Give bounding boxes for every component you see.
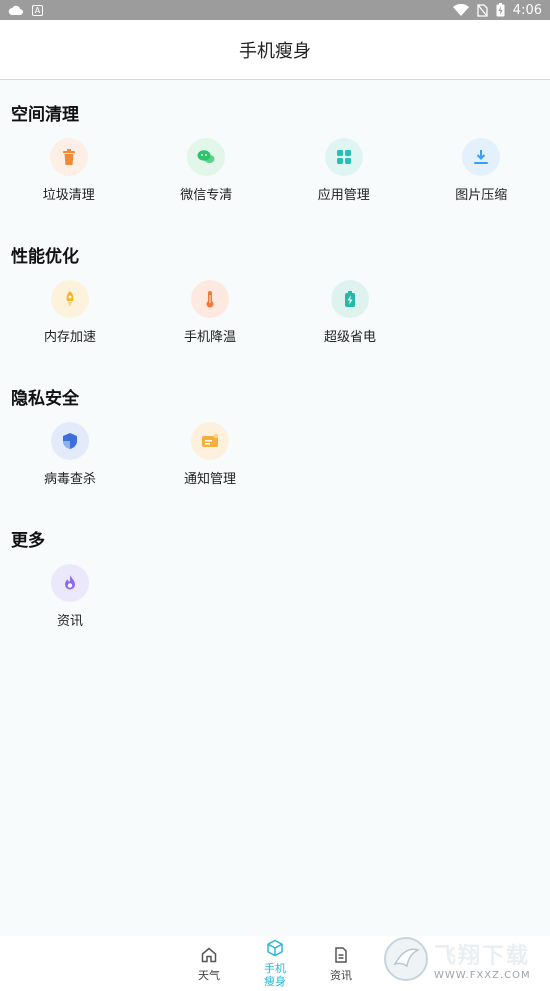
section-title: 性能优化 <box>11 247 79 267</box>
feature-label: 应用管理 <box>317 188 370 203</box>
feature-label: 超级省电 <box>323 330 376 345</box>
feature-grid: 内存加速 手机降温 超级省电 <box>0 280 550 345</box>
trash-icon <box>49 138 88 176</box>
feature-item[interactable]: 病毒查杀 <box>0 422 140 487</box>
nav-item-2[interactable]: 资讯 <box>321 946 361 982</box>
section-1: 性能优化内存加速 手机降温 超级省电 <box>0 223 550 365</box>
cloud-icon <box>8 5 23 15</box>
feature-label: 病毒查杀 <box>43 472 96 487</box>
flame-icon <box>51 564 89 602</box>
feature-grid: 病毒查杀 通知管理 <box>0 422 550 487</box>
wechat-icon <box>187 138 226 176</box>
feature-grid: 资讯 <box>0 564 550 629</box>
apps-grid-icon <box>324 138 363 176</box>
section-3: 更多资讯 <box>0 507 550 649</box>
nav-item-0[interactable]: 天气 <box>189 946 229 982</box>
section-2: 隐私安全病毒查杀 通知管理 <box>0 365 550 507</box>
nav-label: 手机 瘦身 <box>264 962 286 988</box>
feature-item[interactable]: 内存加速 <box>0 280 140 345</box>
nav-item-1[interactable]: 手机 瘦身 <box>255 939 295 988</box>
feature-item[interactable]: 垃圾清理 <box>0 138 138 203</box>
feature-label: 内存加速 <box>43 330 96 345</box>
rocket-icon <box>51 280 89 318</box>
home-icon <box>200 946 218 967</box>
battery-charging-icon <box>496 3 505 17</box>
watermark-logo-icon <box>384 937 428 981</box>
no-sim-icon <box>477 3 488 17</box>
watermark-url: WWW.FXXZ.COM <box>434 969 531 981</box>
feature-label: 通知管理 <box>183 472 236 487</box>
app-notification-icon: A <box>32 4 43 16</box>
wifi-icon <box>452 4 469 16</box>
thermometer-icon <box>191 280 229 318</box>
nav-label: 资讯 <box>330 968 352 982</box>
watermark-text: 飞翔下载 <box>434 943 531 969</box>
feature-label: 图片压缩 <box>455 188 508 203</box>
feature-item[interactable]: 应用管理 <box>275 138 413 203</box>
feature-label: 手机降温 <box>183 330 236 345</box>
feature-item[interactable]: 图片压缩 <box>413 138 550 203</box>
feature-item[interactable]: 超级省电 <box>280 280 420 345</box>
compress-icon <box>462 138 501 176</box>
feature-item[interactable]: 通知管理 <box>140 422 280 487</box>
feature-label: 垃圾清理 <box>42 188 95 203</box>
header: 手机瘦身 <box>0 20 550 80</box>
feature-item[interactable]: 微信专清 <box>138 138 276 203</box>
document-icon <box>332 946 350 967</box>
section-0: 空间清理垃圾清理 微信专清 应用管理 图片压缩 <box>0 81 550 223</box>
section-title: 隐私安全 <box>11 389 79 409</box>
nav-label: 天气 <box>198 968 220 982</box>
status-time: 4:06 <box>512 2 542 18</box>
status-bar: A 4:06 <box>0 0 550 20</box>
cube-icon <box>266 939 284 960</box>
feature-item[interactable]: 手机降温 <box>140 280 280 345</box>
shield-icon <box>51 422 89 460</box>
feature-label: 资讯 <box>56 614 83 629</box>
feature-label: 微信专清 <box>180 188 233 203</box>
feature-list: 空间清理垃圾清理 微信专清 应用管理 图片压缩性能优化内存加速 手机降温 超级省电隐私安全… <box>0 81 550 649</box>
battery-icon <box>331 280 369 318</box>
feature-item[interactable]: 资讯 <box>0 564 140 629</box>
feature-grid: 垃圾清理 微信专清 应用管理 图片压缩 <box>0 138 550 203</box>
page-title: 手机瘦身 <box>239 40 311 62</box>
watermark: 飞翔下载 WWW.FXXZ.COM <box>384 936 542 982</box>
section-title: 空间清理 <box>11 105 79 125</box>
section-title: 更多 <box>11 531 45 551</box>
notification-card-icon <box>191 422 229 460</box>
